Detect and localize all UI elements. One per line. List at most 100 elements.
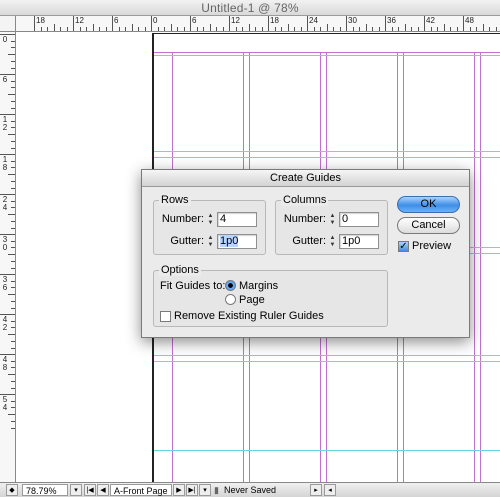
ruler-minor-tick [495, 27, 497, 31]
ruler-guide[interactable] [154, 55, 500, 56]
ruler-minor-tick [476, 27, 477, 31]
ruler-guide[interactable] [154, 450, 500, 451]
remove-guides-label[interactable]: Remove Existing Ruler Guides [174, 310, 324, 322]
ruler-minor-tick [11, 320, 15, 322]
ruler-minor-tick [287, 24, 289, 31]
ruler-minor-tick [11, 327, 15, 329]
ruler-minor-tick [391, 27, 393, 31]
ruler-origin[interactable] [0, 16, 16, 32]
page-radio-label[interactable]: Page [239, 294, 265, 306]
ruler-minor-tick [8, 214, 15, 216]
zoom-dropdown-icon[interactable]: ▾ [70, 484, 82, 496]
margin-guide[interactable] [154, 52, 500, 53]
save-status: Never Saved [224, 485, 277, 495]
ruler-major-tick [190, 16, 191, 31]
ruler-major-tick [229, 16, 230, 31]
ruler-minor-tick [8, 94, 15, 96]
rows-gutter-label: Gutter: [170, 235, 204, 247]
next-page-icon[interactable]: ▶ [173, 484, 185, 496]
page-menu-icon[interactable]: ▾ [199, 484, 211, 496]
status-menu-icon[interactable]: ▸ [310, 484, 322, 496]
ruler-minor-tick [86, 27, 87, 31]
ruler-minor-tick [144, 27, 146, 31]
ruler-minor-tick [8, 414, 15, 416]
ruler-minor-tick [326, 24, 328, 31]
first-page-icon[interactable]: |◀ [84, 484, 96, 496]
column-guide[interactable] [480, 53, 481, 482]
remove-guides-checkbox[interactable] [160, 311, 171, 322]
ruler-minor-tick [11, 267, 15, 269]
ruler-label: 36 [387, 16, 396, 25]
ruler-label: 4 8 [2, 355, 8, 372]
rows-gutter-input[interactable]: 1p0 [217, 234, 257, 249]
ruler-label: 18 [270, 16, 279, 25]
ruler-label: 6 [2, 75, 8, 84]
fit-guides-label: Fit Guides to: [160, 280, 226, 292]
ruler-minor-tick [372, 27, 373, 31]
ruler-minor-tick [417, 27, 419, 31]
ruler-minor-tick [11, 247, 15, 249]
ruler-minor-tick [11, 240, 15, 242]
ruler-major-tick [151, 16, 152, 31]
ruler-minor-tick [11, 87, 15, 89]
ruler-minor-tick [11, 280, 15, 282]
ok-button[interactable]: OK [397, 196, 460, 213]
ruler-minor-tick [11, 147, 15, 149]
ruler-minor-tick [170, 24, 172, 31]
ruler-guide[interactable] [154, 361, 500, 362]
ruler-major-tick [307, 16, 308, 31]
ruler-minor-tick [11, 107, 15, 109]
page-radio[interactable] [225, 294, 236, 305]
margins-radio-label[interactable]: Margins [239, 280, 278, 292]
ruler-label: 6 [114, 16, 119, 25]
last-page-icon[interactable]: ▶| [186, 484, 198, 496]
open-in-bridge-icon[interactable]: ◂ [324, 484, 336, 496]
window-menu-icon[interactable]: ◆ [6, 484, 18, 496]
preview-checkbox[interactable]: ✓ [398, 241, 409, 252]
ruler-minor-tick [138, 27, 139, 31]
ruler-minor-tick [11, 260, 15, 262]
status-bar: ◆ 78.79% ▾ |◀ ◀ A-Front Page ▶ ▶| ▾ ▮ Ne… [0, 482, 500, 497]
ruler-minor-tick [11, 207, 15, 209]
ruler-minor-tick [11, 387, 15, 389]
ruler-minor-tick [248, 24, 250, 31]
rows-number-stepper[interactable]: ▲ ▼ [206, 213, 215, 227]
ruler-guide[interactable] [154, 157, 500, 158]
cancel-button[interactable]: Cancel [397, 217, 460, 234]
window-title-bar[interactable]: Untitled-1 @ 78% [0, 0, 500, 16]
horizontal-ruler[interactable]: 18 12 6 0 6 12 18 24 30 36 42 48 [16, 16, 500, 32]
ruler-label: 5 4 [2, 395, 8, 412]
page-field[interactable]: A-Front Page [110, 484, 172, 496]
ruler-label: 18 [36, 16, 45, 25]
ruler-minor-tick [294, 27, 295, 31]
preview-label[interactable]: Preview [412, 240, 451, 252]
vertical-ruler[interactable]: 0 6 1 2 1 8 2 4 3 0 3 6 4 2 4 8 5 4 [0, 32, 16, 482]
ruler-major-tick [73, 16, 74, 31]
ruler-minor-tick [222, 27, 224, 31]
columns-gutter-input[interactable]: 1p0 [339, 234, 379, 249]
rows-gutter-stepper[interactable]: ▲ ▼ [206, 235, 215, 249]
column-guide[interactable] [474, 53, 475, 482]
zoom-field[interactable]: 78.79% [22, 484, 68, 496]
page-top-edge [152, 33, 500, 34]
ruler-guide[interactable] [154, 355, 500, 356]
ruler-guide[interactable] [154, 151, 500, 152]
previous-page-icon[interactable]: ◀ [97, 484, 109, 496]
ruler-minor-tick [320, 27, 321, 31]
ruler-minor-tick [398, 27, 399, 31]
ruler-major-tick [34, 16, 35, 31]
rows-number-input[interactable]: 4 [217, 212, 257, 227]
ruler-minor-tick [11, 140, 15, 142]
ruler-minor-tick [11, 67, 15, 69]
ruler-label: 48 [465, 16, 474, 25]
window-title: Untitled-1 @ 78% [201, 1, 299, 15]
ruler-minor-tick [11, 407, 15, 409]
ruler-minor-tick [11, 187, 15, 189]
margins-radio[interactable] [225, 280, 236, 291]
ruler-label: 12 [75, 16, 84, 25]
columns-number-stepper[interactable]: ▲ ▼ [328, 213, 337, 227]
ruler-minor-tick [164, 27, 165, 31]
columns-number-input[interactable]: 0 [339, 212, 379, 227]
columns-gutter-stepper[interactable]: ▲ ▼ [328, 235, 337, 249]
ruler-minor-tick [378, 27, 380, 31]
